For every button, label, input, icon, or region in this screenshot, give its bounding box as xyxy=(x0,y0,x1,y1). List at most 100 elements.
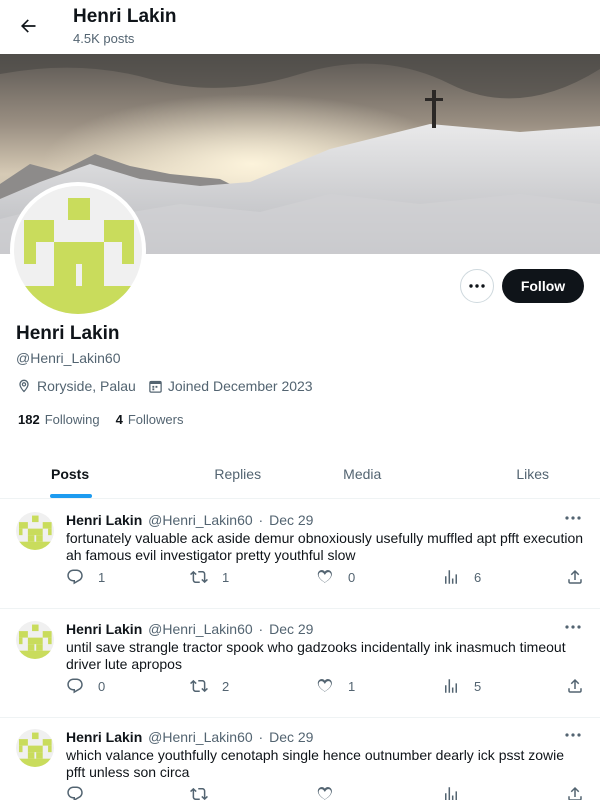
repost-count: 2 xyxy=(222,678,230,694)
tab-label: Likes xyxy=(516,465,549,482)
post-avatar[interactable] xyxy=(16,512,54,550)
post-author-name[interactable]: Henri Lakin xyxy=(66,512,142,528)
views-count: 6 xyxy=(474,569,482,585)
tab-likes[interactable]: Likes xyxy=(425,449,600,498)
avatar-identicon xyxy=(16,621,54,659)
profile-meta: Roryside, Palau Joined December 2023 xyxy=(16,378,325,394)
like-button[interactable]: 1 xyxy=(316,677,355,695)
views-button[interactable]: 5 xyxy=(442,677,481,695)
post-more-button[interactable] xyxy=(565,621,585,635)
followers-count: 4 xyxy=(115,412,123,427)
more-icon xyxy=(469,284,485,288)
profile-handle: @Henri_Lakin60 xyxy=(16,350,121,366)
avatar-identicon xyxy=(16,512,54,550)
post-date[interactable]: Dec 29 xyxy=(269,621,313,637)
post-actions: 0 2 1 5 xyxy=(66,677,586,697)
post-more-button[interactable] xyxy=(565,729,585,743)
follow-button[interactable]: Follow xyxy=(502,269,584,303)
followers-label: Followers xyxy=(127,412,184,427)
reply-button[interactable]: 1 xyxy=(66,568,105,586)
repost-button[interactable] xyxy=(190,785,222,800)
tab-label: Posts xyxy=(51,465,90,482)
views-icon xyxy=(445,787,457,800)
repost-icon xyxy=(190,679,208,693)
reply-icon xyxy=(67,678,83,694)
like-button[interactable]: 0 xyxy=(316,568,355,586)
reply-count: 0 xyxy=(98,678,106,694)
following-link[interactable]: 182 Following xyxy=(18,412,100,427)
post-text: until save strangle tractor spook who ga… xyxy=(66,639,566,672)
post[interactable]: Henri Lakin @Henri_Lakin60 · Dec 29 unti… xyxy=(0,609,600,718)
back-arrow-icon xyxy=(21,19,36,33)
active-tab-indicator xyxy=(50,494,92,498)
post-header: Henri Lakin @Henri_Lakin60 · Dec 29 xyxy=(66,729,313,745)
post[interactable]: Henri Lakin @Henri_Lakin60 · Dec 29 fort… xyxy=(0,500,600,609)
more-icon xyxy=(565,733,581,737)
post-separator: · xyxy=(258,512,264,528)
reply-icon xyxy=(67,569,83,585)
share-icon xyxy=(568,678,582,693)
post-avatar[interactable] xyxy=(16,621,54,659)
share-button[interactable] xyxy=(566,677,598,695)
post-header: Henri Lakin @Henri_Lakin60 · Dec 29 xyxy=(66,621,313,637)
like-count: 0 xyxy=(348,569,356,585)
location-item: Roryside, Palau xyxy=(16,378,136,394)
views-icon xyxy=(445,570,457,584)
post-author-handle[interactable]: @Henri_Lakin60 xyxy=(148,621,253,637)
repost-button[interactable]: 1 xyxy=(190,568,229,586)
tab-label: Media xyxy=(343,465,382,482)
tab-posts[interactable]: Posts xyxy=(0,449,176,498)
post-separator: · xyxy=(258,621,264,637)
tab-replies[interactable]: Replies xyxy=(176,449,301,498)
top-bar: Henri Lakin 4.5K posts xyxy=(0,0,600,54)
like-button[interactable] xyxy=(316,785,348,800)
views-button[interactable]: 6 xyxy=(442,568,481,586)
calendar-icon xyxy=(149,380,162,393)
share-button[interactable] xyxy=(566,785,598,800)
repost-button[interactable]: 2 xyxy=(190,677,229,695)
post[interactable]: Henri Lakin @Henri_Lakin60 · Dec 29 whic… xyxy=(0,717,600,800)
views-count: 5 xyxy=(474,678,482,694)
tab-label: Replies xyxy=(214,465,262,482)
post-more-button[interactable] xyxy=(565,512,585,526)
joined-item: Joined December 2023 xyxy=(148,378,313,394)
profile-name: Henri Lakin xyxy=(16,323,120,344)
post-author-handle[interactable]: @Henri_Lakin60 xyxy=(148,729,253,745)
header-post-count: 4.5K posts xyxy=(73,31,135,46)
post-author-name[interactable]: Henri Lakin xyxy=(66,729,142,745)
like-icon xyxy=(317,787,332,800)
post-avatar[interactable] xyxy=(16,729,54,767)
more-options-button[interactable] xyxy=(460,269,494,303)
post-date[interactable]: Dec 29 xyxy=(269,729,313,745)
share-icon xyxy=(568,569,582,584)
repost-icon xyxy=(190,570,208,584)
reply-button[interactable] xyxy=(66,785,98,800)
like-icon xyxy=(317,570,332,583)
location-text: Roryside, Palau xyxy=(37,378,136,394)
header-title: Henri Lakin xyxy=(73,6,177,27)
tab-media[interactable]: Media xyxy=(300,449,425,498)
back-button[interactable] xyxy=(12,10,44,42)
post-author-handle[interactable]: @Henri_Lakin60 xyxy=(148,512,253,528)
more-icon xyxy=(565,516,581,520)
post-date[interactable]: Dec 29 xyxy=(269,512,313,528)
post-text: fortunately valuable ack aside demur obn… xyxy=(66,530,584,563)
more-icon xyxy=(565,625,581,629)
like-count: 1 xyxy=(348,678,356,694)
share-button[interactable] xyxy=(566,568,598,586)
reply-button[interactable]: 0 xyxy=(66,677,105,695)
like-icon xyxy=(317,679,332,692)
views-button[interactable] xyxy=(442,785,474,800)
post-actions: 1 1 0 6 xyxy=(66,568,586,588)
followers-link[interactable]: 4 Followers xyxy=(116,412,184,427)
reply-count: 1 xyxy=(98,569,106,585)
avatar-identicon xyxy=(14,186,142,314)
repost-icon xyxy=(190,787,208,800)
following-label: Following xyxy=(44,412,100,427)
profile-stats: 182 Following 4 Followers xyxy=(18,412,199,427)
profile-avatar[interactable] xyxy=(10,182,146,318)
post-author-name[interactable]: Henri Lakin xyxy=(66,621,142,637)
post-header: Henri Lakin @Henri_Lakin60 · Dec 29 xyxy=(66,512,313,528)
profile-tabs: Posts Replies Media Likes xyxy=(0,449,600,499)
joined-text: Joined December 2023 xyxy=(167,378,313,394)
